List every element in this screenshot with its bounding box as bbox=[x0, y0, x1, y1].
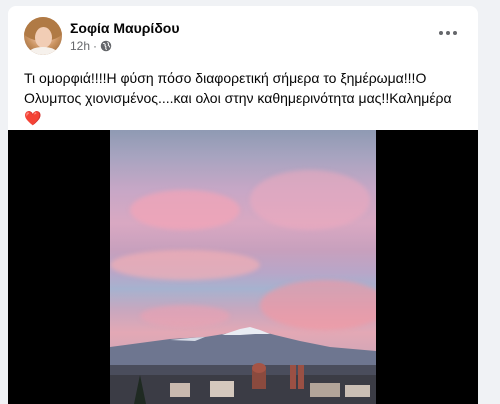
post-timestamp[interactable]: 12h bbox=[70, 39, 90, 53]
post-text-body: Τι ομορφιά!!!!Η φύση πόσο διαφορετική σή… bbox=[24, 70, 452, 106]
globe-icon[interactable] bbox=[100, 40, 112, 52]
pink-cloud bbox=[140, 305, 230, 327]
post-text: Τι ομορφιά!!!!Η φύση πόσο διαφορετική σή… bbox=[24, 68, 464, 128]
post-meta: 12h · bbox=[70, 39, 112, 53]
pink-cloud bbox=[250, 170, 370, 230]
meta-separator: · bbox=[93, 39, 98, 53]
post-video[interactable] bbox=[8, 130, 478, 404]
author-name[interactable]: Σοφία Μαυρίδου bbox=[70, 20, 180, 36]
heart-emoji: ❤️ bbox=[24, 110, 42, 126]
video-frame[interactable] bbox=[110, 130, 376, 404]
pink-cloud bbox=[130, 190, 240, 230]
avatar-face bbox=[35, 27, 52, 48]
feed-post: Σοφία Μαυρίδου 12h · Τι ομορφιά!!!!Η φύσ… bbox=[8, 6, 478, 404]
pink-cloud bbox=[110, 250, 260, 280]
pink-cloud bbox=[260, 280, 376, 330]
mountain-landscape bbox=[110, 327, 376, 404]
avatar-shirt bbox=[28, 47, 58, 55]
author-avatar[interactable] bbox=[24, 17, 62, 55]
more-options-icon[interactable] bbox=[436, 26, 460, 40]
